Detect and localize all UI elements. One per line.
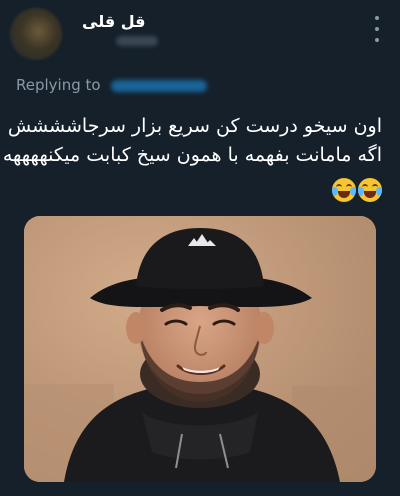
- handle-redacted: [116, 36, 158, 46]
- tweet-text-line-1: اون سیخو درست کن سریع بزار سرجاشششش: [7, 115, 382, 137]
- emoji-row: [332, 178, 382, 202]
- replying-to-handle-redacted[interactable]: [111, 79, 208, 92]
- face-with-tears-of-joy-icon: [332, 178, 356, 202]
- tweet-photo[interactable]: [24, 216, 376, 482]
- photo-illustration: [24, 216, 376, 482]
- replying-to-label: Replying to: [16, 76, 101, 94]
- avatar[interactable]: [10, 8, 62, 60]
- tweet-card: قل قلی Replying to اون سیخو درست کن سریع…: [0, 0, 400, 496]
- more-options-icon[interactable]: [368, 16, 386, 42]
- tweet-text-line-2: اگه مامانت بفهمه با همون سیخ کبابت میکنه…: [2, 144, 382, 166]
- display-name[interactable]: قل قلی: [82, 12, 146, 31]
- face-with-tears-of-joy-icon: [358, 178, 382, 202]
- replying-to: Replying to: [16, 76, 208, 94]
- tweet-text: اون سیخو درست کن سریع بزار سرجاشششش اگه …: [2, 112, 382, 170]
